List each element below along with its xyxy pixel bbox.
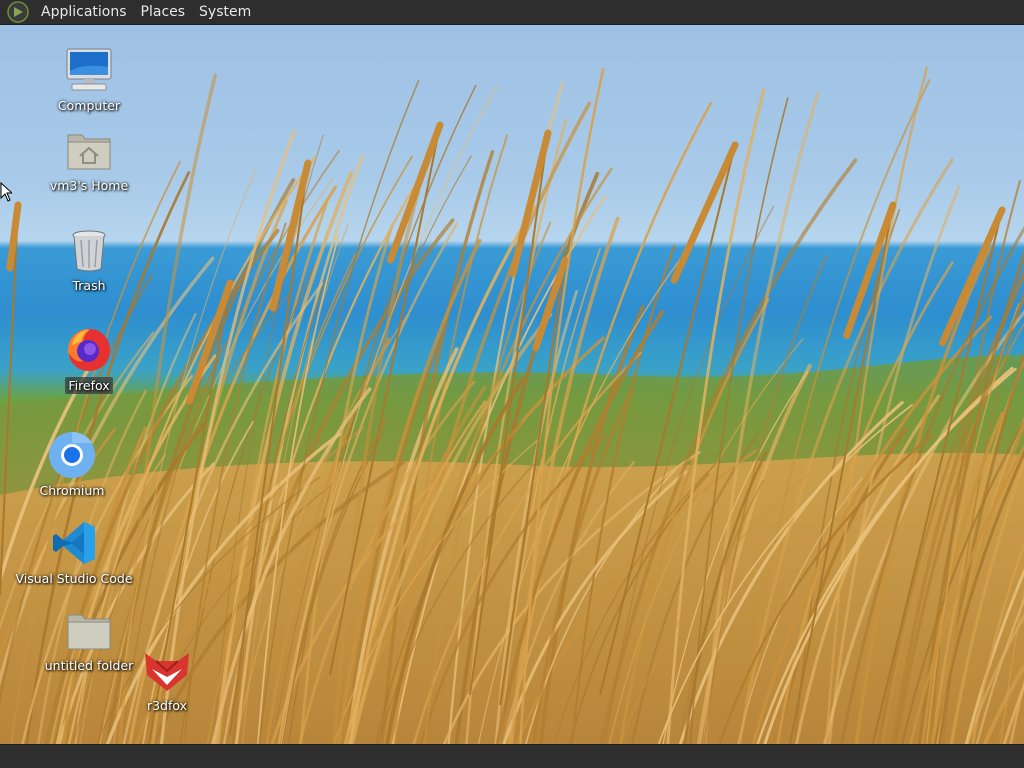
desktop-icon-label: Trash <box>72 278 106 293</box>
desktop-icon-r3dfox[interactable]: r3dfox <box>107 645 227 714</box>
menu-system[interactable]: System <box>192 0 258 25</box>
desktop-icon-home[interactable]: vm3's Home <box>29 125 149 194</box>
trash-icon <box>64 225 114 275</box>
desktop-icon-chromium[interactable]: Chromium <box>12 430 132 499</box>
desktop-icon-trash[interactable]: Trash <box>29 225 149 294</box>
r3dfox-icon <box>142 645 192 695</box>
home-folder-icon <box>64 125 114 175</box>
computer-icon <box>64 45 114 95</box>
desktop-icon-vscode[interactable]: Visual Studio Code <box>14 518 134 587</box>
desktop-icon-computer[interactable]: Computer <box>29 45 149 114</box>
desktop-icon-label: Computer <box>57 98 121 113</box>
desktop-screen: Applications Places System Computer vm3'… <box>0 0 1024 768</box>
desktop-icon-label: Firefox <box>65 377 113 394</box>
desktop-icon-firefox[interactable]: Firefox <box>29 325 149 394</box>
mate-logo-icon[interactable] <box>7 1 29 23</box>
menu-places[interactable]: Places <box>134 0 193 25</box>
chromium-icon <box>47 430 97 480</box>
mouse-pointer-icon <box>0 182 12 202</box>
vscode-icon <box>49 518 99 568</box>
grass-wallpaper <box>0 66 1024 744</box>
desktop-icon-label: r3dfox <box>146 698 188 713</box>
desktop-icon-label: Visual Studio Code <box>15 571 133 586</box>
top-panel: Applications Places System <box>0 0 1024 25</box>
menu-applications[interactable]: Applications <box>34 0 134 25</box>
desktop-icon-label: vm3's Home <box>49 178 129 193</box>
bottom-panel <box>0 744 1024 768</box>
desktop-wallpaper[interactable] <box>0 25 1024 744</box>
desktop-icon-label: Chromium <box>39 483 105 498</box>
firefox-icon <box>64 325 114 375</box>
